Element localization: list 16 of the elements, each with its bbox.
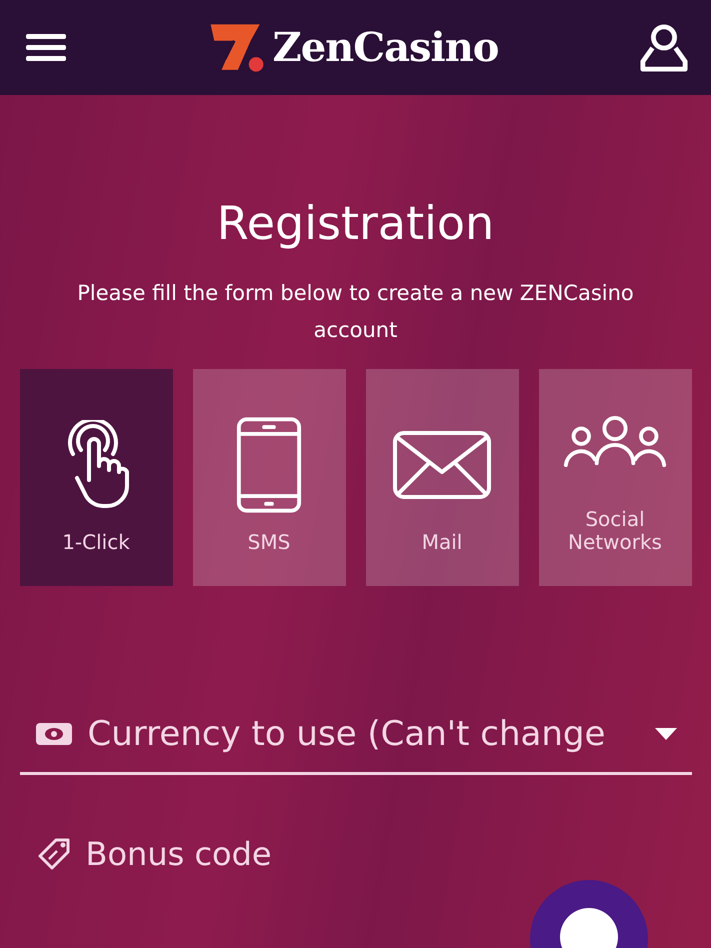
banknote-icon — [34, 720, 74, 748]
envelope-icon — [392, 430, 492, 500]
smartphone-icon — [235, 416, 303, 514]
registration-method-tab[interactable]: Mail — [366, 369, 518, 586]
registration-method-tab[interactable]: 1-Click — [20, 369, 172, 586]
bonus-code-field[interactable]: Bonus code — [86, 835, 446, 873]
currency-select[interactable]: Currency to use (Can't change — [20, 714, 692, 775]
menu-icon[interactable] — [26, 32, 66, 64]
registration-method-tab[interactable]: SMS — [192, 369, 346, 586]
page-title: Registration — [216, 195, 494, 251]
form-instructions: Please fill the form below to create a new ZENCasino account — [76, 280, 635, 344]
caret-icon — [654, 727, 678, 741]
tag-icon — [36, 836, 72, 872]
registration-method-tab[interactable]: Social Networks — [538, 369, 692, 586]
brand-name[interactable]: ZenCasino — [272, 24, 498, 71]
user-icon[interactable] — [639, 22, 689, 72]
